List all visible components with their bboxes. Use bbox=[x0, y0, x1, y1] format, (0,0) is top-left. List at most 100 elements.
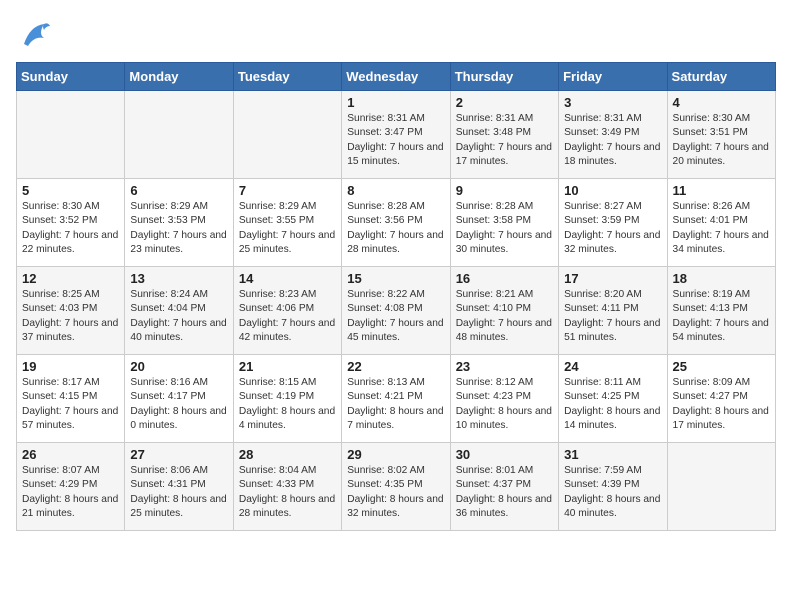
calendar-cell: 24 Sunrise: 8:11 AMSunset: 4:25 PMDayligh… bbox=[559, 355, 667, 443]
day-number: 27 bbox=[130, 447, 227, 462]
cell-info: Sunrise: 8:30 AMSunset: 3:52 PMDaylight:… bbox=[22, 200, 119, 257]
calendar-cell: 9 Sunrise: 8:28 AMSunset: 3:58 PMDaylight… bbox=[450, 179, 558, 267]
day-number: 16 bbox=[456, 271, 553, 286]
day-number: 7 bbox=[239, 183, 336, 198]
day-number: 19 bbox=[22, 359, 119, 374]
cell-info: Sunrise: 8:24 AMSunset: 4:04 PMDaylight:… bbox=[130, 288, 227, 345]
cell-info: Sunrise: 8:07 AMSunset: 4:29 PMDaylight:… bbox=[22, 464, 119, 521]
calendar-header: SundayMondayTuesdayWednesdayThursdayFrid… bbox=[17, 63, 776, 91]
cell-info: Sunrise: 8:13 AMSunset: 4:21 PMDaylight:… bbox=[347, 376, 444, 433]
calendar-cell: 6 Sunrise: 8:29 AMSunset: 3:53 PMDaylight… bbox=[125, 179, 233, 267]
day-number: 14 bbox=[239, 271, 336, 286]
cell-info: Sunrise: 8:28 AMSunset: 3:56 PMDaylight:… bbox=[347, 200, 444, 257]
day-number: 28 bbox=[239, 447, 336, 462]
day-number: 21 bbox=[239, 359, 336, 374]
week-row-3: 19 Sunrise: 8:17 AMSunset: 4:15 PMDayligh… bbox=[17, 355, 776, 443]
day-header-friday: Friday bbox=[559, 63, 667, 91]
calendar-cell: 25 Sunrise: 8:09 AMSunset: 4:27 PMDayligh… bbox=[667, 355, 775, 443]
calendar-cell: 12 Sunrise: 8:25 AMSunset: 4:03 PMDayligh… bbox=[17, 267, 125, 355]
cell-info: Sunrise: 8:16 AMSunset: 4:17 PMDaylight:… bbox=[130, 376, 227, 433]
calendar-cell bbox=[125, 91, 233, 179]
day-header-monday: Monday bbox=[125, 63, 233, 91]
calendar-cell: 28 Sunrise: 8:04 AMSunset: 4:33 PMDayligh… bbox=[233, 443, 341, 531]
calendar-cell: 15 Sunrise: 8:22 AMSunset: 4:08 PMDayligh… bbox=[342, 267, 450, 355]
cell-info: Sunrise: 8:30 AMSunset: 3:51 PMDaylight:… bbox=[673, 112, 770, 169]
cell-info: Sunrise: 8:26 AMSunset: 4:01 PMDaylight:… bbox=[673, 200, 770, 257]
cell-info: Sunrise: 8:02 AMSunset: 4:35 PMDaylight:… bbox=[347, 464, 444, 521]
cell-info: Sunrise: 8:09 AMSunset: 4:27 PMDaylight:… bbox=[673, 376, 770, 433]
day-header-tuesday: Tuesday bbox=[233, 63, 341, 91]
calendar-cell: 13 Sunrise: 8:24 AMSunset: 4:04 PMDayligh… bbox=[125, 267, 233, 355]
calendar-cell: 21Sunrise: 8:15 AMSunset: 4:19 PMDayligh… bbox=[233, 355, 341, 443]
calendar-cell: 3 Sunrise: 8:31 AMSunset: 3:49 PMDaylight… bbox=[559, 91, 667, 179]
calendar-cell bbox=[233, 91, 341, 179]
day-number: 8 bbox=[347, 183, 444, 198]
cell-info: Sunrise: 8:31 AMSunset: 3:49 PMDaylight:… bbox=[564, 112, 661, 169]
day-number: 22 bbox=[347, 359, 444, 374]
cell-info: Sunrise: 8:19 AMSunset: 4:13 PMDaylight:… bbox=[673, 288, 770, 345]
calendar-cell: 30 Sunrise: 8:01 AMSunset: 4:37 PMDayligh… bbox=[450, 443, 558, 531]
calendar-cell: 16 Sunrise: 8:21 AMSunset: 4:10 PMDayligh… bbox=[450, 267, 558, 355]
cell-info: Sunrise: 8:06 AMSunset: 4:31 PMDaylight:… bbox=[130, 464, 227, 521]
day-header-saturday: Saturday bbox=[667, 63, 775, 91]
day-header-sunday: Sunday bbox=[17, 63, 125, 91]
cell-info: Sunrise: 8:29 AMSunset: 3:55 PMDaylight:… bbox=[239, 200, 336, 257]
cell-info: Sunrise: 7:59 AMSunset: 4:39 PMDaylight:… bbox=[564, 464, 661, 521]
calendar-cell: 29 Sunrise: 8:02 AMSunset: 4:35 PMDayligh… bbox=[342, 443, 450, 531]
cell-info: Sunrise: 8:20 AMSunset: 4:11 PMDaylight:… bbox=[564, 288, 661, 345]
week-row-0: 1 Sunrise: 8:31 AMSunset: 3:47 PMDaylight… bbox=[17, 91, 776, 179]
calendar-cell: 19 Sunrise: 8:17 AMSunset: 4:15 PMDayligh… bbox=[17, 355, 125, 443]
day-number: 20 bbox=[130, 359, 227, 374]
cell-info: Sunrise: 8:29 AMSunset: 3:53 PMDaylight:… bbox=[130, 200, 227, 257]
logo bbox=[16, 16, 58, 54]
cell-info: Sunrise: 8:31 AMSunset: 3:48 PMDaylight:… bbox=[456, 112, 553, 169]
cell-info: Sunrise: 8:17 AMSunset: 4:15 PMDaylight:… bbox=[22, 376, 119, 433]
calendar-cell: 11 Sunrise: 8:26 AMSunset: 4:01 PMDayligh… bbox=[667, 179, 775, 267]
calendar-cell: 7 Sunrise: 8:29 AMSunset: 3:55 PMDaylight… bbox=[233, 179, 341, 267]
day-number: 17 bbox=[564, 271, 661, 286]
cell-info: Sunrise: 8:22 AMSunset: 4:08 PMDaylight:… bbox=[347, 288, 444, 345]
cell-info: Sunrise: 8:01 AMSunset: 4:37 PMDaylight:… bbox=[456, 464, 553, 521]
cell-info: Sunrise: 8:12 AMSunset: 4:23 PMDaylight:… bbox=[456, 376, 553, 433]
day-number: 6 bbox=[130, 183, 227, 198]
day-number: 3 bbox=[564, 95, 661, 110]
day-number: 1 bbox=[347, 95, 444, 110]
calendar-cell: 22 Sunrise: 8:13 AMSunset: 4:21 PMDayligh… bbox=[342, 355, 450, 443]
cell-info: Sunrise: 8:04 AMSunset: 4:33 PMDaylight:… bbox=[239, 464, 336, 521]
cell-info: Sunrise: 8:28 AMSunset: 3:58 PMDaylight:… bbox=[456, 200, 553, 257]
cell-info: Sunrise: 8:21 AMSunset: 4:10 PMDaylight:… bbox=[456, 288, 553, 345]
calendar-cell: 27 Sunrise: 8:06 AMSunset: 4:31 PMDayligh… bbox=[125, 443, 233, 531]
day-header-thursday: Thursday bbox=[450, 63, 558, 91]
day-number: 30 bbox=[456, 447, 553, 462]
calendar-body: 1 Sunrise: 8:31 AMSunset: 3:47 PMDaylight… bbox=[17, 91, 776, 531]
calendar-cell bbox=[17, 91, 125, 179]
day-number: 24 bbox=[564, 359, 661, 374]
day-number: 9 bbox=[456, 183, 553, 198]
day-number: 18 bbox=[673, 271, 770, 286]
calendar-cell: 4 Sunrise: 8:30 AMSunset: 3:51 PMDaylight… bbox=[667, 91, 775, 179]
calendar-cell: 8 Sunrise: 8:28 AMSunset: 3:56 PMDaylight… bbox=[342, 179, 450, 267]
day-number: 4 bbox=[673, 95, 770, 110]
cell-info: Sunrise: 8:31 AMSunset: 3:47 PMDaylight:… bbox=[347, 112, 444, 169]
day-number: 11 bbox=[673, 183, 770, 198]
day-number: 29 bbox=[347, 447, 444, 462]
day-number: 15 bbox=[347, 271, 444, 286]
week-row-2: 12 Sunrise: 8:25 AMSunset: 4:03 PMDayligh… bbox=[17, 267, 776, 355]
cell-info: Sunrise: 8:25 AMSunset: 4:03 PMDaylight:… bbox=[22, 288, 119, 345]
cell-info: Sunrise: 8:23 AMSunset: 4:06 PMDaylight:… bbox=[239, 288, 336, 345]
calendar-cell: 5Sunrise: 8:30 AMSunset: 3:52 PMDaylight… bbox=[17, 179, 125, 267]
day-number: 12 bbox=[22, 271, 119, 286]
calendar-cell: 10Sunrise: 8:27 AMSunset: 3:59 PMDayligh… bbox=[559, 179, 667, 267]
calendar-cell: 31Sunrise: 7:59 AMSunset: 4:39 PMDayligh… bbox=[559, 443, 667, 531]
day-number: 25 bbox=[673, 359, 770, 374]
logo-icon bbox=[16, 16, 54, 54]
day-number: 13 bbox=[130, 271, 227, 286]
calendar-cell: 1 Sunrise: 8:31 AMSunset: 3:47 PMDaylight… bbox=[342, 91, 450, 179]
calendar-cell: 2Sunrise: 8:31 AMSunset: 3:48 PMDaylight… bbox=[450, 91, 558, 179]
week-row-1: 5Sunrise: 8:30 AMSunset: 3:52 PMDaylight… bbox=[17, 179, 776, 267]
calendar-cell: 17 Sunrise: 8:20 AMSunset: 4:11 PMDayligh… bbox=[559, 267, 667, 355]
calendar-cell: 23Sunrise: 8:12 AMSunset: 4:23 PMDayligh… bbox=[450, 355, 558, 443]
calendar-cell bbox=[667, 443, 775, 531]
calendar-cell: 18 Sunrise: 8:19 AMSunset: 4:13 PMDayligh… bbox=[667, 267, 775, 355]
cell-info: Sunrise: 8:11 AMSunset: 4:25 PMDaylight:… bbox=[564, 376, 661, 433]
